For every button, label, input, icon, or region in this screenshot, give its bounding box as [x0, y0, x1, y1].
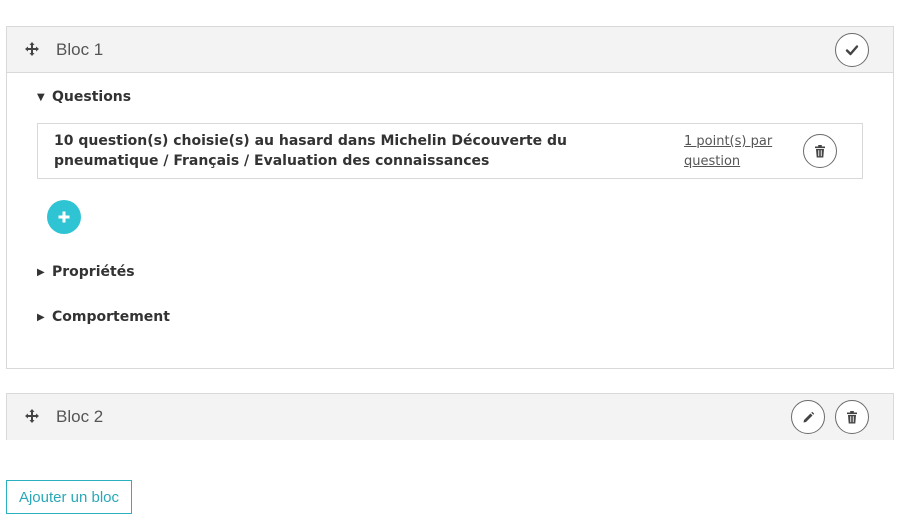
block-2-header: Bloc 2 — [7, 394, 893, 440]
block-1: Bloc 1 ▼ Questions 10 question(s) choisi… — [6, 26, 894, 369]
question-row: 10 question(s) choisie(s) au hasard dans… — [37, 123, 863, 179]
add-block-button[interactable]: Ajouter un bloc — [6, 480, 132, 514]
caret-down-icon: ▼ — [37, 91, 45, 103]
question-text: 10 question(s) choisie(s) au hasard dans… — [54, 133, 567, 169]
trash-icon — [815, 144, 825, 157]
block-2-title: Bloc 2 — [56, 407, 104, 426]
caret-right-icon: ▶ — [37, 266, 45, 278]
move-icon[interactable] — [24, 41, 40, 57]
plus-icon — [58, 211, 70, 223]
trash-icon — [847, 410, 857, 423]
delete-block-button[interactable] — [835, 400, 869, 434]
proprietes-section-toggle[interactable]: ▶ Propriétés — [37, 264, 135, 280]
pencil-icon — [803, 411, 814, 422]
questions-label: Questions — [52, 89, 132, 105]
edit-block-button[interactable] — [791, 400, 825, 434]
add-question-button[interactable] — [47, 200, 81, 234]
block-1-title: Bloc 1 — [56, 40, 104, 59]
delete-question-button[interactable] — [803, 134, 837, 168]
comportement-section-toggle[interactable]: ▶ Comportement — [37, 309, 170, 325]
block-1-header: Bloc 1 — [7, 27, 893, 73]
caret-right-icon: ▶ — [37, 311, 45, 323]
check-icon — [845, 45, 859, 56]
questions-section-toggle[interactable]: ▼ Questions — [37, 89, 131, 105]
proprietes-label: Propriétés — [52, 264, 135, 280]
validate-block-button[interactable] — [835, 33, 869, 67]
comportement-label: Comportement — [52, 309, 170, 325]
move-icon[interactable] — [24, 408, 40, 424]
points-link[interactable]: 1 point(s) par question — [684, 132, 784, 172]
block-2: Bloc 2 — [6, 393, 894, 440]
